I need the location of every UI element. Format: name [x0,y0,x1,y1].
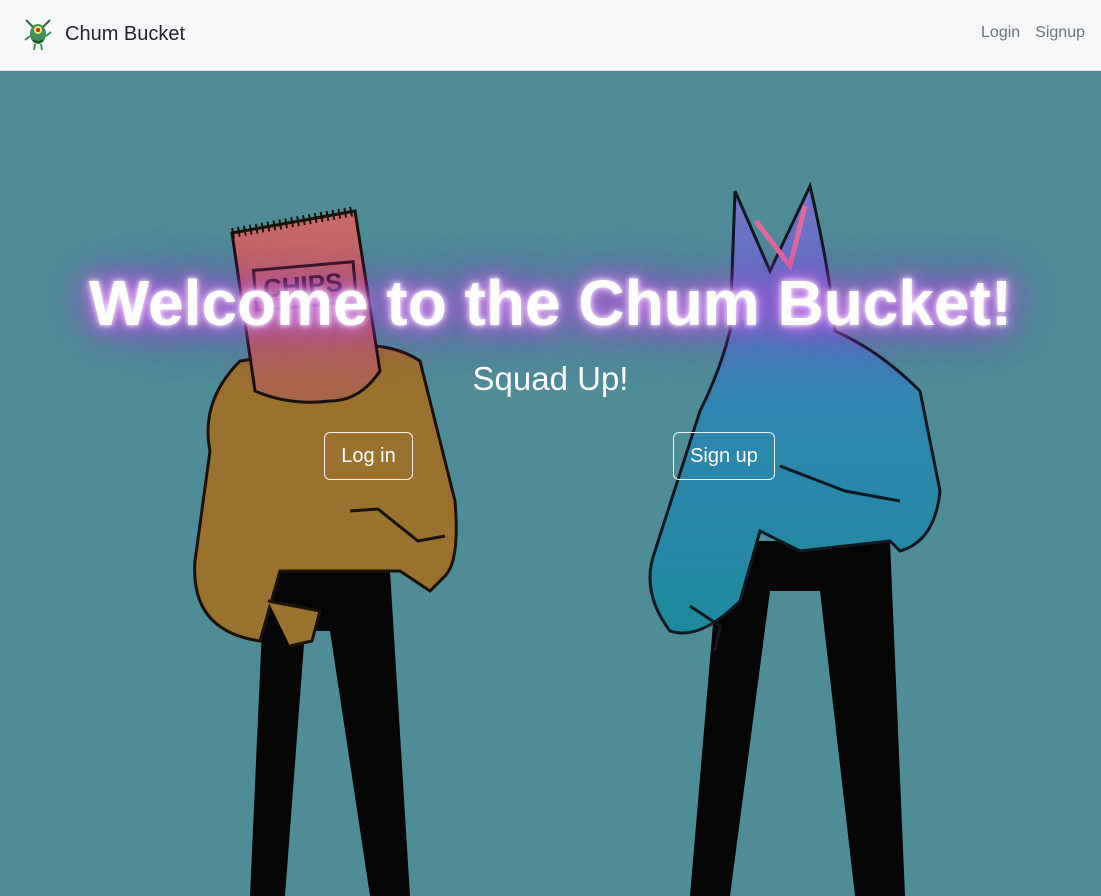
plankton-logo-icon [24,19,52,51]
navbar: Chum Bucket Login Signup [0,0,1101,71]
nav-links: Login Signup [981,24,1085,42]
nav-login-link[interactable]: Login [981,24,1020,42]
brand-link[interactable]: Chum Bucket [20,14,185,54]
hero-subtitle: Squad Up! [472,360,629,397]
hero-section: CHIPS Welcome to the Chum Bucket! Squad … [0,71,1101,896]
nav-signup-link[interactable]: Signup [1035,24,1085,42]
hero-title: Welcome to the Chum Bucket! [88,267,1013,339]
brand-name: Chum Bucket [65,22,186,45]
hero-background-illustration: CHIPS [0,71,1101,896]
signup-button[interactable]: Sign up [673,432,775,480]
login-button[interactable]: Log in [324,432,413,480]
